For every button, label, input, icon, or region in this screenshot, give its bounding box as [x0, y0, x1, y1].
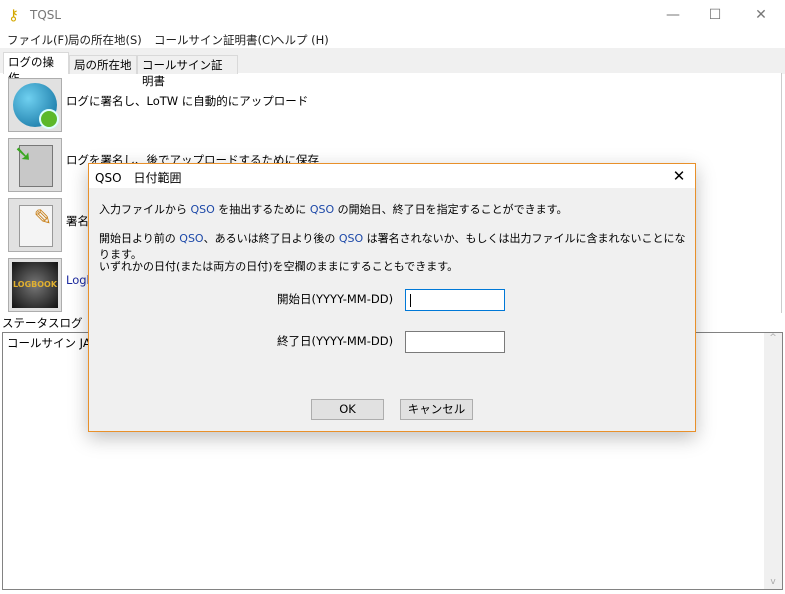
tab-callsign-certificates[interactable]: コールサイン証明書 — [137, 55, 238, 88]
logbook-icon: LOGBOOK — [12, 262, 58, 308]
msg-text: 開始日より前の — [99, 232, 180, 245]
msg-text: いずれかの日付(または両方の日付)を空欄のままにすることもできます。 — [99, 260, 459, 273]
save-disk-icon: ➘ — [14, 142, 53, 187]
msg-text: 入力ファイルから — [99, 203, 191, 216]
menu-help[interactable]: ヘルプ (H) — [273, 32, 329, 48]
dialog-close-button[interactable]: ✕ — [667, 165, 691, 187]
start-date-input[interactable] — [405, 289, 505, 311]
status-log-scrollbar[interactable]: ^ v — [764, 333, 782, 589]
menu-file[interactable]: ファイル(F) — [7, 32, 69, 48]
dialog-title-bar: QSO 日付範囲 ✕ — [89, 164, 695, 188]
msg-qso: QSO — [338, 232, 364, 245]
sign-upload-label: ログに署名し、LoTW に自動的にアップロード — [66, 94, 309, 108]
dialog-message-3: いずれかの日付(または両方の日付)を空欄のままにすることもできます。 — [99, 258, 458, 274]
edit-log-button[interactable]: ✎ — [8, 198, 62, 252]
dialog-title: QSO 日付範囲 — [95, 171, 182, 185]
status-log-label: ステータスログ — [2, 316, 83, 330]
minimize-button[interactable]: — — [650, 4, 696, 26]
tab-station-locations[interactable]: 局の所在地 — [69, 55, 137, 74]
msg-qso: QSO — [190, 203, 215, 216]
msg-text: 、あるいは終了日より後の — [203, 232, 339, 245]
globe-upload-icon — [13, 83, 59, 129]
title-bar: ⚷ TQSL — ☐ ✕ — [0, 0, 785, 30]
maximize-button[interactable]: ☐ — [692, 4, 738, 26]
menu-certificate[interactable]: コールサイン証明書(C) — [154, 32, 275, 48]
close-button[interactable]: ✕ — [738, 4, 784, 26]
msg-qso: QSO — [309, 203, 335, 216]
start-date-label: 開始日(YYYY-MM-DD) — [277, 292, 394, 306]
sign-upload-button[interactable] — [8, 78, 62, 132]
cancel-button[interactable]: キャンセル — [400, 399, 473, 420]
sign-save-button[interactable]: ➘ — [8, 138, 62, 192]
msg-text: を抽出するために — [214, 203, 310, 216]
end-date-input[interactable] — [405, 331, 505, 353]
ok-button[interactable]: OK — [311, 399, 384, 420]
app-title: TQSL — [30, 8, 62, 22]
status-log-text: コールサイン JA4 — [7, 336, 99, 350]
end-date-label: 終了日(YYYY-MM-DD) — [277, 334, 394, 348]
date-range-dialog: QSO 日付範囲 ✕ 入力ファイルから QSO を抽出するために QSO の開始… — [88, 163, 696, 432]
dialog-message-1: 入力ファイルから QSO を抽出するために QSO の開始日、終了日を指定するこ… — [99, 201, 568, 217]
msg-text: の開始日、終了日を指定することができます。 — [334, 203, 568, 216]
scroll-up-icon[interactable]: ^ — [764, 333, 782, 343]
msg-qso: QSO — [179, 232, 204, 245]
edit-log-label: 署名 — [66, 214, 89, 228]
key-icon: ⚷ — [8, 6, 19, 24]
tab-log-operations[interactable]: ログの操作 — [3, 52, 69, 85]
menu-station[interactable]: 局の所在地(S) — [68, 32, 142, 48]
logbook-button[interactable]: LOGBOOK — [8, 258, 62, 312]
edit-log-icon: ✎ — [19, 205, 53, 247]
scroll-down-icon[interactable]: v — [764, 577, 782, 587]
text-cursor — [410, 294, 411, 307]
